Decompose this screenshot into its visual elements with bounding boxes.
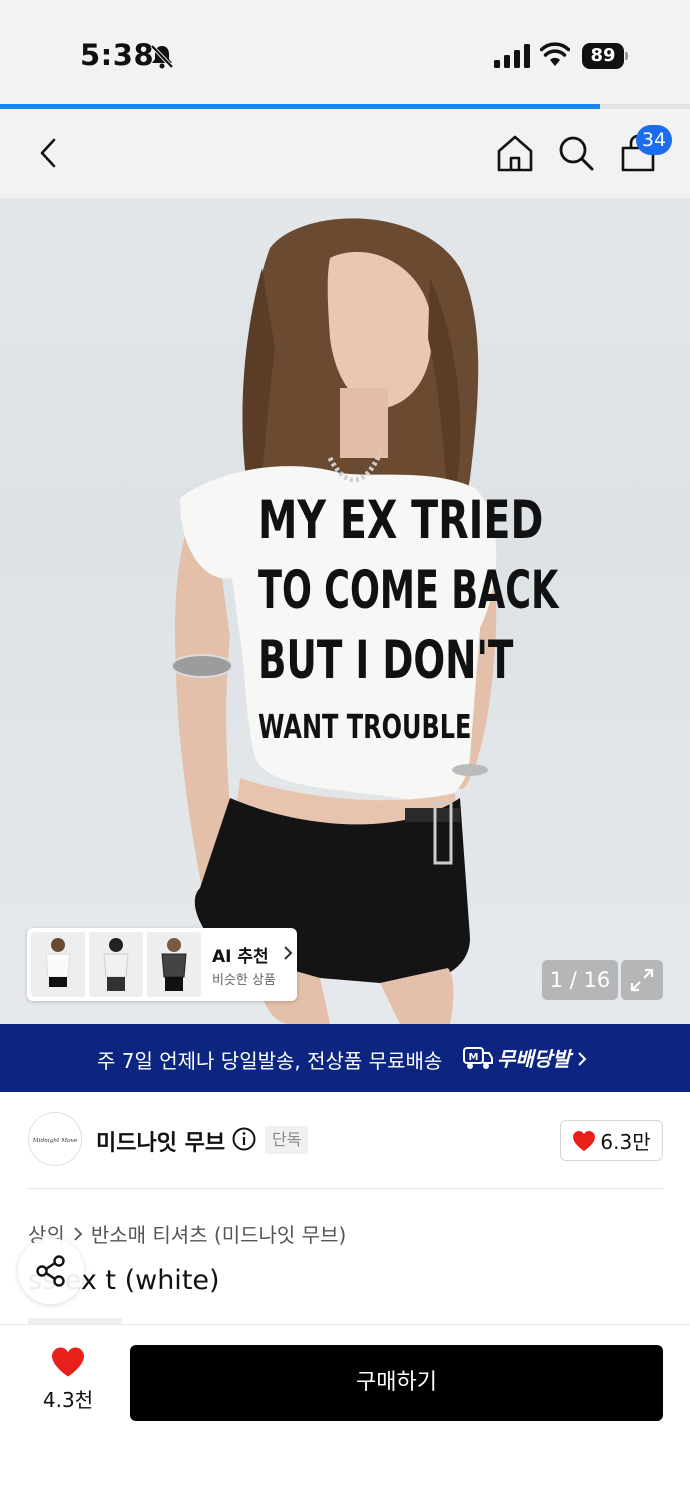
buy-button[interactable]: 구매하기	[130, 1345, 663, 1421]
search-icon	[559, 136, 594, 171]
search-button[interactable]	[552, 129, 600, 177]
brand-logo[interactable]: Midnight Move	[28, 1112, 82, 1166]
recommend-thumb[interactable]	[147, 932, 201, 997]
chevron-right-icon	[284, 946, 293, 960]
banner-logo: M 무배당발	[463, 1043, 571, 1072]
shirt-text-line: BUT I DON'T	[258, 630, 513, 691]
ai-recommend-subtitle: 비슷한 상품	[212, 973, 276, 988]
brand-like-button[interactable]: 6.3만	[560, 1120, 663, 1161]
shirt-text-line: WANT TROUBLE	[258, 707, 471, 746]
status-time: 5:38	[80, 38, 155, 72]
expand-image-button[interactable]	[621, 960, 663, 1000]
product-photo: MY EX TRIED TO COME BACK BUT I DON'T WAN…	[171, 218, 560, 1024]
status-bar: 5:38 89	[0, 0, 690, 104]
product-image-carousel[interactable]: MY EX TRIED TO COME BACK BUT I DON'T WAN…	[0, 198, 690, 1024]
banner-logo-text: 무배당발	[497, 1047, 571, 1071]
battery-level: 89	[582, 43, 624, 69]
chevron-left-icon	[40, 138, 56, 168]
exclusive-tag: 단독	[265, 1126, 309, 1154]
home-button[interactable]	[491, 129, 539, 177]
heart-icon	[52, 1347, 84, 1377]
svg-text:M: M	[469, 1052, 479, 1063]
share-button[interactable]	[18, 1238, 84, 1304]
share-icon	[36, 1255, 65, 1287]
battery-icon: 89	[582, 43, 628, 69]
expand-icon	[630, 968, 654, 992]
cart-count-badge: 34	[636, 125, 672, 155]
delivery-truck-icon: M	[463, 1046, 493, 1069]
ai-recommend-title: AI 추천	[212, 947, 269, 967]
bell-off-icon	[150, 44, 174, 69]
divider	[28, 1188, 663, 1189]
image-counter: 1 / 16	[542, 960, 618, 1000]
chevron-right-icon	[578, 1052, 587, 1066]
shirt-print: MY EX TRIED TO COME BACK BUT I DON'T WAN…	[258, 490, 560, 746]
recommend-thumb[interactable]	[89, 932, 143, 997]
brand-logo-script: Midnight Move	[32, 1138, 78, 1144]
shirt-text-line: TO COME BACK	[258, 559, 560, 621]
breadcrumb: 상의 반소매 티셔츠 (미드나잇 무브)	[28, 1219, 346, 1248]
chevron-right-icon	[74, 1226, 83, 1241]
free-shipping-banner[interactable]: 주 7일 언제나 당일발송, 전상품 무료배송 M 무배당발	[0, 1024, 690, 1092]
brand-logo-mark: Midnight Move	[32, 1138, 78, 1144]
wishlist-button[interactable]: 4.3천	[32, 1346, 104, 1413]
banner-text: 주 7일 언제나 당일발송, 전상품 무료배송	[97, 1049, 443, 1073]
signal-icon	[494, 44, 530, 68]
top-nav-bar	[0, 109, 690, 198]
recommend-thumb[interactable]	[31, 932, 85, 997]
wishlist-count: 4.3천	[42, 1388, 94, 1412]
home-icon	[497, 135, 533, 172]
heart-icon	[573, 1130, 596, 1151]
brand-name[interactable]: 미드나잇 무브	[96, 1125, 225, 1157]
wifi-icon	[540, 42, 570, 66]
ai-recommend-card[interactable]: AI 추천 비슷한 상품	[27, 928, 297, 1001]
brand-like-count: 6.3만	[600, 1130, 651, 1154]
breadcrumb-subcategory[interactable]: 반소매 티셔츠 (미드나잇 무브)	[91, 1219, 346, 1248]
info-icon[interactable]	[232, 1127, 256, 1151]
shirt-text-line: MY EX TRIED	[258, 490, 543, 551]
back-button[interactable]	[24, 129, 72, 177]
